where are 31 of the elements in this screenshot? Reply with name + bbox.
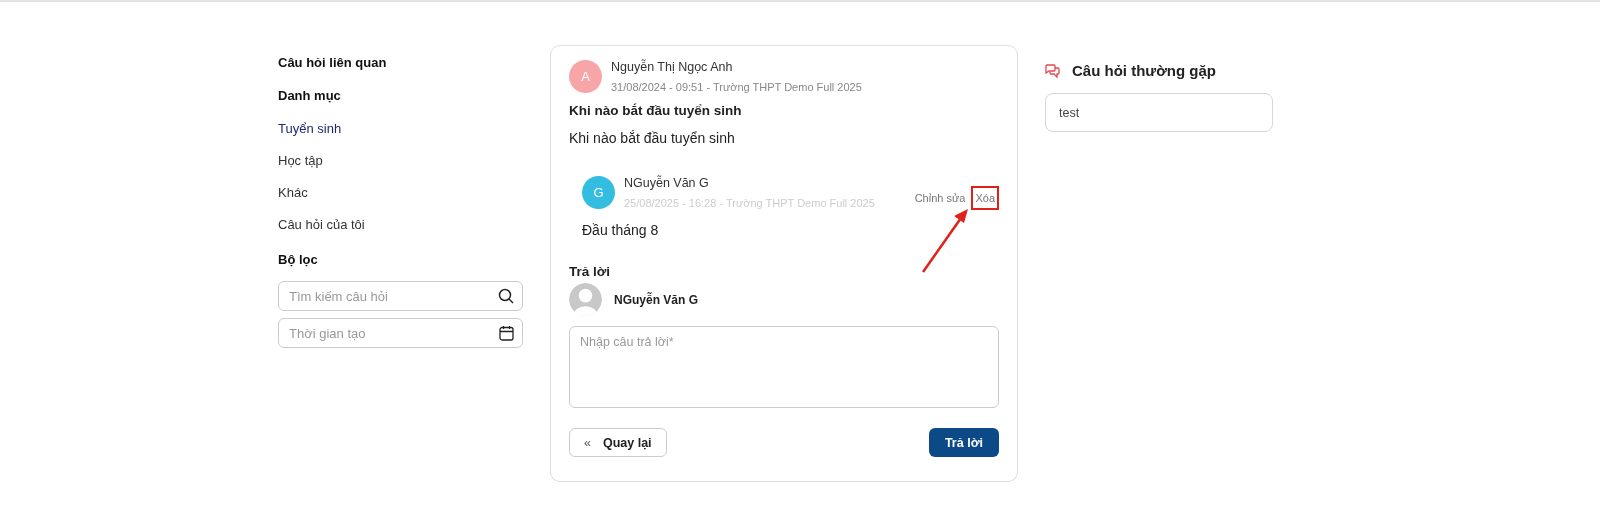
user-name: NGuyễn Văn G bbox=[614, 292, 699, 307]
section-title: Bộ lọc bbox=[278, 252, 319, 267]
category-link[interactable]: Học tập bbox=[278, 153, 523, 168]
author-name: NGuyễn Văn G bbox=[624, 175, 710, 190]
annotation-arrow bbox=[921, 208, 971, 274]
action-link[interactable]: Chỉnh sửa bbox=[910, 186, 970, 210]
answer-body: Đầu tháng 8 bbox=[582, 222, 660, 238]
question-body: Khi nào bắt đầu tuyển sinh bbox=[569, 130, 736, 146]
reply-title: Trả lời bbox=[569, 264, 612, 279]
action-link[interactable]: Xóa bbox=[971, 186, 999, 210]
faq-item[interactable]: test bbox=[1045, 93, 1273, 132]
search-icon bbox=[498, 288, 514, 304]
search-field[interactable]: Tìm kiếm câu hỏi bbox=[278, 281, 523, 311]
faq-title: Câu hỏi thường gặp bbox=[1072, 62, 1216, 79]
question-title: Khi nào bắt đầu tuyển sinh bbox=[569, 103, 743, 118]
avatar: G bbox=[582, 175, 615, 209]
category-link[interactable]: Khác bbox=[278, 185, 523, 200]
date-field[interactable]: Thời gian tạo bbox=[278, 318, 523, 348]
reply-input[interactable]: Nhập câu trả lời* bbox=[569, 326, 999, 408]
section-title: Danh mục bbox=[278, 88, 342, 103]
author-name: Nguyễn Thị Ngọc Anh bbox=[611, 60, 734, 74]
section-title: Câu hỏi liên quan bbox=[278, 55, 388, 70]
avatar: A bbox=[569, 60, 602, 93]
chat-icon bbox=[1045, 63, 1060, 78]
calendar-icon bbox=[499, 325, 514, 341]
post-meta: 31/08/2024 - 09:51 - Trường THPT Demo Full 2025 bbox=[611, 81, 862, 93]
back-button[interactable]: « Quay lại bbox=[569, 428, 667, 457]
reply-button[interactable]: Trả lời bbox=[928, 428, 999, 457]
category-link[interactable]: Tuyển sinh bbox=[278, 121, 523, 136]
category-link[interactable]: Câu hỏi của tôi bbox=[278, 217, 523, 232]
user-avatar-icon bbox=[569, 283, 602, 316]
